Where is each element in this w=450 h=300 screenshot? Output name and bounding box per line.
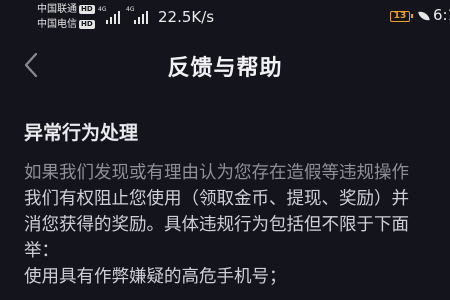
network-speed: 22.5K/s <box>158 8 215 26</box>
page-title: 反馈与帮助 <box>167 56 283 81</box>
carrier-2-name: 中国电信 <box>37 19 77 30</box>
navigation-bar: 反馈与帮助 <box>0 38 450 94</box>
hd-badge-2: HD <box>79 20 95 29</box>
content-line: 举： <box>24 241 59 261</box>
hd-badge-1: HD <box>79 5 95 14</box>
content-line: 使用具有作弊嫌疑的高危手机号； <box>24 267 287 287</box>
carrier-2: 中国电信 HD <box>37 19 95 31</box>
content-line: 我们有权阻止您使用（领取金币、提现、奖励）并 <box>24 189 409 209</box>
power-saving-leaf-icon <box>418 10 430 22</box>
section-title: 异常行为处理 <box>24 122 139 144</box>
carrier-1-name: 中国联通 <box>37 4 77 15</box>
battery-icon: 13 <box>390 11 413 22</box>
status-bar: 中国联通HD 中国电信HD 4G 4G 22.5K/s 13 6:1 <box>0 0 450 34</box>
battery-level: 13 <box>393 11 407 21</box>
content-line: 如果我们发现或有理由认为您存在造假等违规操作 <box>24 163 409 183</box>
carrier-1: 中国联通 HD <box>37 4 95 16</box>
content-line: 消您获得的奖励。具体违规行为包括但不限于下面 <box>24 215 409 235</box>
clock: 6:1 <box>433 6 450 24</box>
content-area: 异常行为处理 如果我们发现或有理由认为您存在造假等违规操作 我们有权阻止您使用（… <box>24 120 450 290</box>
